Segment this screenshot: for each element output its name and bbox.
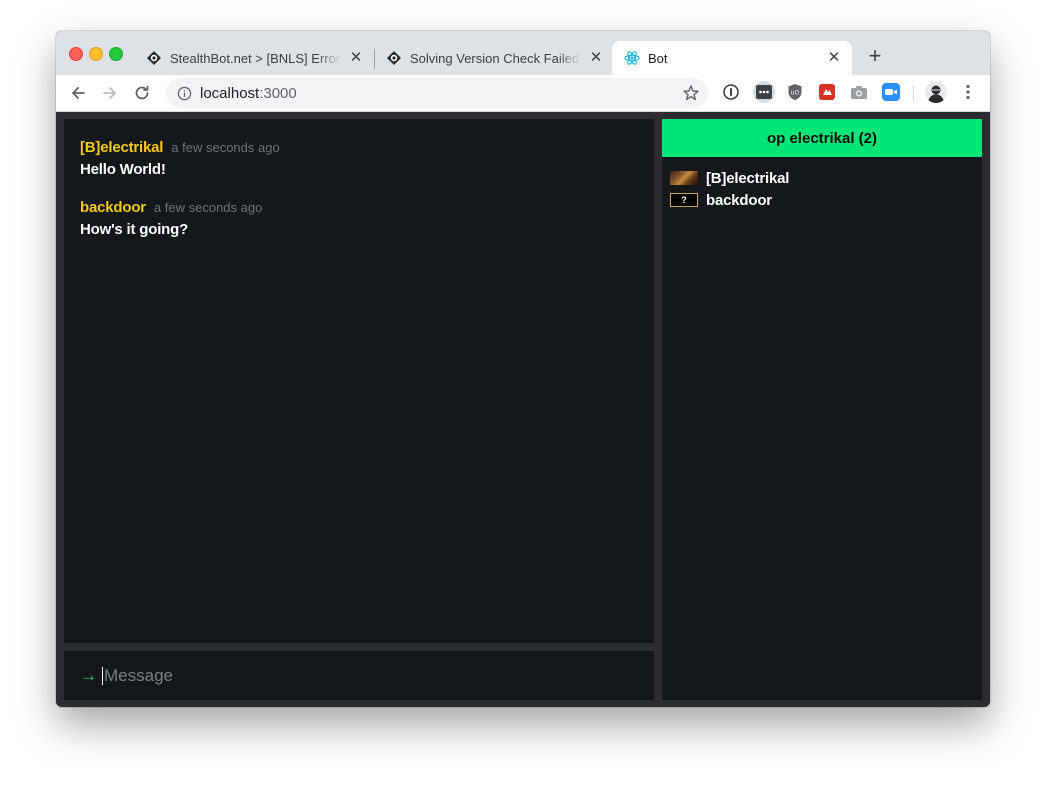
browser-toolbar: localhost:3000 uO xyxy=(56,75,990,112)
chat-panel: [B]electrikal a few seconds ago Hello Wo… xyxy=(64,119,654,643)
chat-message: backdoor a few seconds ago How's it goin… xyxy=(80,199,262,238)
svg-text:uO: uO xyxy=(791,90,800,97)
close-window-button[interactable] xyxy=(69,47,83,61)
onepassword-extension-icon[interactable] xyxy=(722,83,740,101)
user-list: [B]electrikal ? backdoor xyxy=(662,157,982,211)
tab-version-check[interactable]: Solving Version Check Failed - ✕ xyxy=(374,41,614,75)
back-arrow-icon[interactable] xyxy=(66,81,90,105)
toolbar-separator xyxy=(913,85,914,101)
minimize-window-button[interactable] xyxy=(89,47,103,61)
site-info-icon[interactable] xyxy=(176,85,192,101)
message-input-bar: → xyxy=(64,651,654,700)
product-icon xyxy=(670,171,698,185)
address-bar[interactable]: localhost:3000 xyxy=(166,78,708,108)
forward-arrow-icon[interactable] xyxy=(98,81,122,105)
user-list-item[interactable]: ? backdoor xyxy=(662,189,982,211)
url-port: :3000 xyxy=(259,84,297,102)
chat-message: [B]electrikal a few seconds ago Hello Wo… xyxy=(80,139,280,178)
url-host: localhost xyxy=(200,84,260,102)
channel-header: op electrikal (2) xyxy=(662,119,982,157)
message-timestamp: a few seconds ago xyxy=(153,200,263,215)
tab-strip: StealthBot.net > [BNLS] Error 1 ✕ Solvin… xyxy=(56,31,990,75)
browser-window: StealthBot.net > [BNLS] Error 1 ✕ Solvin… xyxy=(56,31,990,707)
user-name: backdoor xyxy=(706,191,772,209)
message-input[interactable] xyxy=(104,665,624,686)
message-text: Hello World! xyxy=(80,161,166,178)
react-icon xyxy=(624,50,640,66)
tab-title: Solving Version Check Failed - xyxy=(410,50,582,66)
close-tab-icon[interactable]: ✕ xyxy=(348,50,364,66)
more-menu-icon[interactable] xyxy=(959,83,977,101)
ublock-shield-icon[interactable]: uO xyxy=(786,83,804,101)
user-list-item[interactable]: [B]electrikal xyxy=(662,167,982,189)
zoom-video-icon[interactable] xyxy=(882,83,900,101)
message-text: How's it going? xyxy=(80,221,189,238)
tab-bot[interactable]: Bot ✕ xyxy=(612,41,852,75)
tab-title: StealthBot.net > [BNLS] Error 1 xyxy=(170,50,342,66)
text-caret xyxy=(102,666,103,685)
tab-stealthbot-error[interactable]: StealthBot.net > [BNLS] Error 1 ✕ xyxy=(134,41,374,75)
profile-avatar-icon[interactable] xyxy=(925,81,947,103)
channel-sidebar: op electrikal (2) [B]electrikal ? backdo… xyxy=(662,119,982,700)
message-username[interactable]: [B]electrikal xyxy=(80,139,163,156)
user-name: [B]electrikal xyxy=(706,169,790,187)
maximize-window-button[interactable] xyxy=(109,47,123,61)
red-extension-icon[interactable] xyxy=(818,83,836,101)
unknown-product-icon: ? xyxy=(670,193,698,207)
stealthbot-icon xyxy=(386,50,402,66)
bot-app: [B]electrikal a few seconds ago Hello Wo… xyxy=(56,112,990,707)
camera-icon[interactable] xyxy=(850,83,868,101)
tab-title: Bot xyxy=(648,50,668,66)
message-username[interactable]: backdoor xyxy=(80,199,146,216)
message-timestamp: a few seconds ago xyxy=(171,140,280,155)
url-text: localhost:3000 xyxy=(200,85,297,102)
bookmark-star-icon[interactable] xyxy=(682,84,700,102)
lastpass-extension-icon[interactable] xyxy=(753,81,775,103)
stealthbot-icon xyxy=(146,50,162,66)
close-tab-icon[interactable]: ✕ xyxy=(588,50,604,66)
reload-icon[interactable] xyxy=(130,81,154,105)
close-tab-icon[interactable]: ✕ xyxy=(826,50,842,66)
new-tab-button[interactable]: + xyxy=(864,45,886,67)
prompt-arrow-icon: → xyxy=(80,665,97,685)
